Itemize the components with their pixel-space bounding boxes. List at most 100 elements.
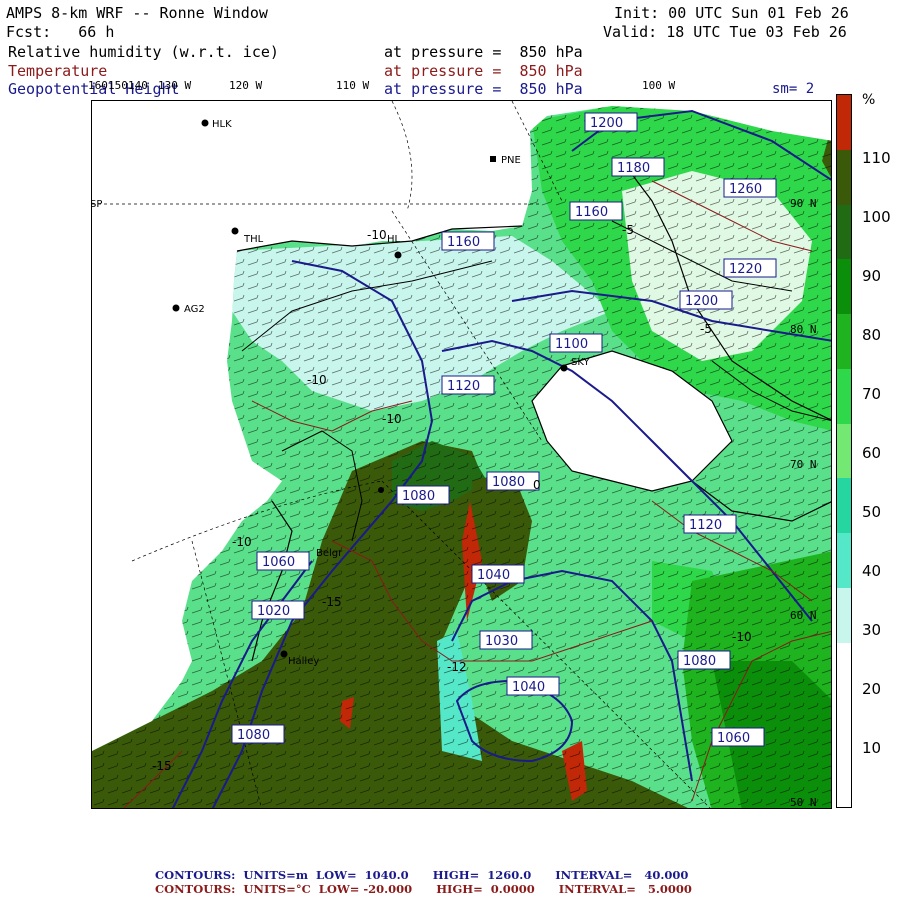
colorbar-tick: 110 — [862, 149, 891, 167]
colorbar-swatch — [837, 368, 851, 424]
lat-label: 80 N — [790, 323, 817, 336]
temp-label: -10 — [367, 228, 387, 242]
temp-label: -15 — [152, 759, 172, 773]
temp-label: -5 — [622, 223, 634, 237]
station-marker[interactable] — [394, 251, 402, 259]
station-label-belgr: Belgr — [316, 548, 343, 559]
station-label-ag2: AG2 — [184, 304, 205, 315]
field-rh-label: Relative humidity (w.r.t. ice) — [8, 43, 279, 61]
colorbar-tick: 20 — [862, 680, 882, 698]
lon-label: 120 W — [229, 79, 263, 92]
station-marker[interactable] — [280, 650, 288, 658]
colorbar-swatch — [837, 697, 851, 753]
colorbar-tick: 70 — [862, 385, 882, 403]
colorbar-tick: 30 — [862, 621, 882, 639]
station-label-pne: PNE — [501, 155, 521, 166]
level-height-label: at pressure = 850 hPa — [384, 80, 583, 98]
station-label-hlk: HLK — [212, 119, 232, 130]
height-label: 1120 — [689, 518, 722, 533]
temp-label: -10 — [232, 535, 252, 549]
height-label: 1080 — [237, 728, 270, 743]
height-label: 1030 — [485, 634, 518, 649]
colorbar-swatch — [837, 149, 851, 205]
colorbar-swatch — [837, 478, 851, 534]
colorbar-swatch — [837, 533, 851, 588]
lon-label: 160 — [88, 79, 108, 92]
height-label: 1080 — [492, 475, 525, 490]
station-marker[interactable] — [560, 364, 568, 372]
colorbar-unit: % — [862, 92, 876, 108]
colorbar — [836, 94, 852, 808]
colorbar-swatch — [837, 314, 851, 369]
humidity-field — [92, 106, 831, 808]
colorbar-tick: 50 — [862, 503, 882, 521]
lat-label: 90 N — [790, 197, 817, 210]
station-marker[interactable] — [172, 304, 180, 312]
colorbar-swatch — [837, 587, 851, 643]
station-marker[interactable] — [201, 119, 209, 127]
colorbar-tick: 10 — [862, 739, 882, 757]
colorbar-swatch — [837, 642, 851, 698]
lon-label: 130 W — [158, 79, 192, 92]
forecast-hour: Fcst: 66 h — [6, 23, 115, 41]
height-label: 1200 — [590, 116, 623, 131]
height-label: 1160 — [575, 205, 608, 220]
height-label: 1120 — [447, 379, 480, 394]
temp-label: -5 — [700, 322, 712, 336]
map-canvas[interactable]: 1200 1220 1260 1200 1180 1160 1100 1160 … — [92, 101, 832, 809]
field-temp-label: Temperature — [8, 62, 108, 80]
height-label: 1160 — [447, 235, 480, 250]
station-label-sp: SP — [92, 199, 102, 210]
station-label-sky: SKY — [571, 357, 591, 368]
station-label-hl: HL — [387, 234, 401, 245]
lat-label: 50 N — [790, 796, 817, 809]
station-label-halley: Halley — [288, 656, 319, 667]
temp-label: -10 — [732, 630, 752, 644]
level-rh-label: at pressure = 850 hPa — [384, 43, 583, 61]
lat-label: 70 N — [790, 458, 817, 471]
colorbar-swatch — [837, 423, 851, 479]
valid-time: Valid: 18 UTC Tue 03 Feb 26 — [603, 23, 847, 41]
height-label: 1080 — [402, 489, 435, 504]
map-panel[interactable]: 1200 1220 1260 1200 1180 1160 1100 1160 … — [91, 100, 832, 809]
lon-label: 140 — [128, 79, 148, 92]
height-label: 1060 — [717, 731, 750, 746]
height-contour-legend: CONTOURS: UNITS=m LOW= 1040.0 HIGH= 1260… — [155, 868, 689, 882]
level-temp-label: at pressure = 850 hPa — [384, 62, 583, 80]
station-marker[interactable] — [231, 227, 239, 235]
lon-label: 100 W — [642, 79, 676, 92]
height-label: 1100 — [555, 337, 588, 352]
height-label: 1040 — [477, 568, 510, 583]
temp-label: 0 — [533, 478, 541, 492]
height-label: 1040 — [512, 680, 545, 695]
lat-label: 60 N — [790, 609, 817, 622]
smoothing-label: sm= 2 — [772, 81, 815, 97]
colorbar-swatch — [837, 259, 851, 315]
lon-label: 110 W — [336, 79, 370, 92]
colorbar-tick: 60 — [862, 444, 882, 462]
height-label: 1180 — [617, 161, 650, 176]
colorbar-tick: 40 — [862, 562, 882, 580]
height-label: 1080 — [683, 654, 716, 669]
station-label-thl: THL — [243, 234, 264, 245]
temp-label: -15 — [322, 595, 342, 609]
height-label: 1020 — [257, 604, 290, 619]
temp-contour-legend: CONTOURS: UNITS=°C LOW= -20.000 HIGH= 0.… — [155, 882, 692, 896]
colorbar-swatch — [837, 204, 851, 260]
height-label: 1060 — [262, 555, 295, 570]
height-label: 1220 — [729, 262, 762, 277]
model-title: AMPS 8-km WRF -- Ronne Window — [6, 4, 268, 22]
colorbar-swatch — [837, 752, 851, 807]
station-marker[interactable] — [378, 487, 384, 493]
colorbar-swatch — [837, 95, 851, 150]
colorbar-tick: 80 — [862, 326, 882, 344]
colorbar-tick: 100 — [862, 208, 891, 226]
height-label: 1200 — [685, 294, 718, 309]
temp-label: -12 — [447, 660, 467, 674]
height-label: 1260 — [729, 182, 762, 197]
station-marker[interactable] — [490, 156, 496, 162]
init-time: Init: 00 UTC Sun 01 Feb 26 — [614, 4, 849, 22]
colorbar-tick: 90 — [862, 267, 882, 285]
lon-label: 150 — [108, 79, 128, 92]
temp-label: -10 — [307, 373, 327, 387]
